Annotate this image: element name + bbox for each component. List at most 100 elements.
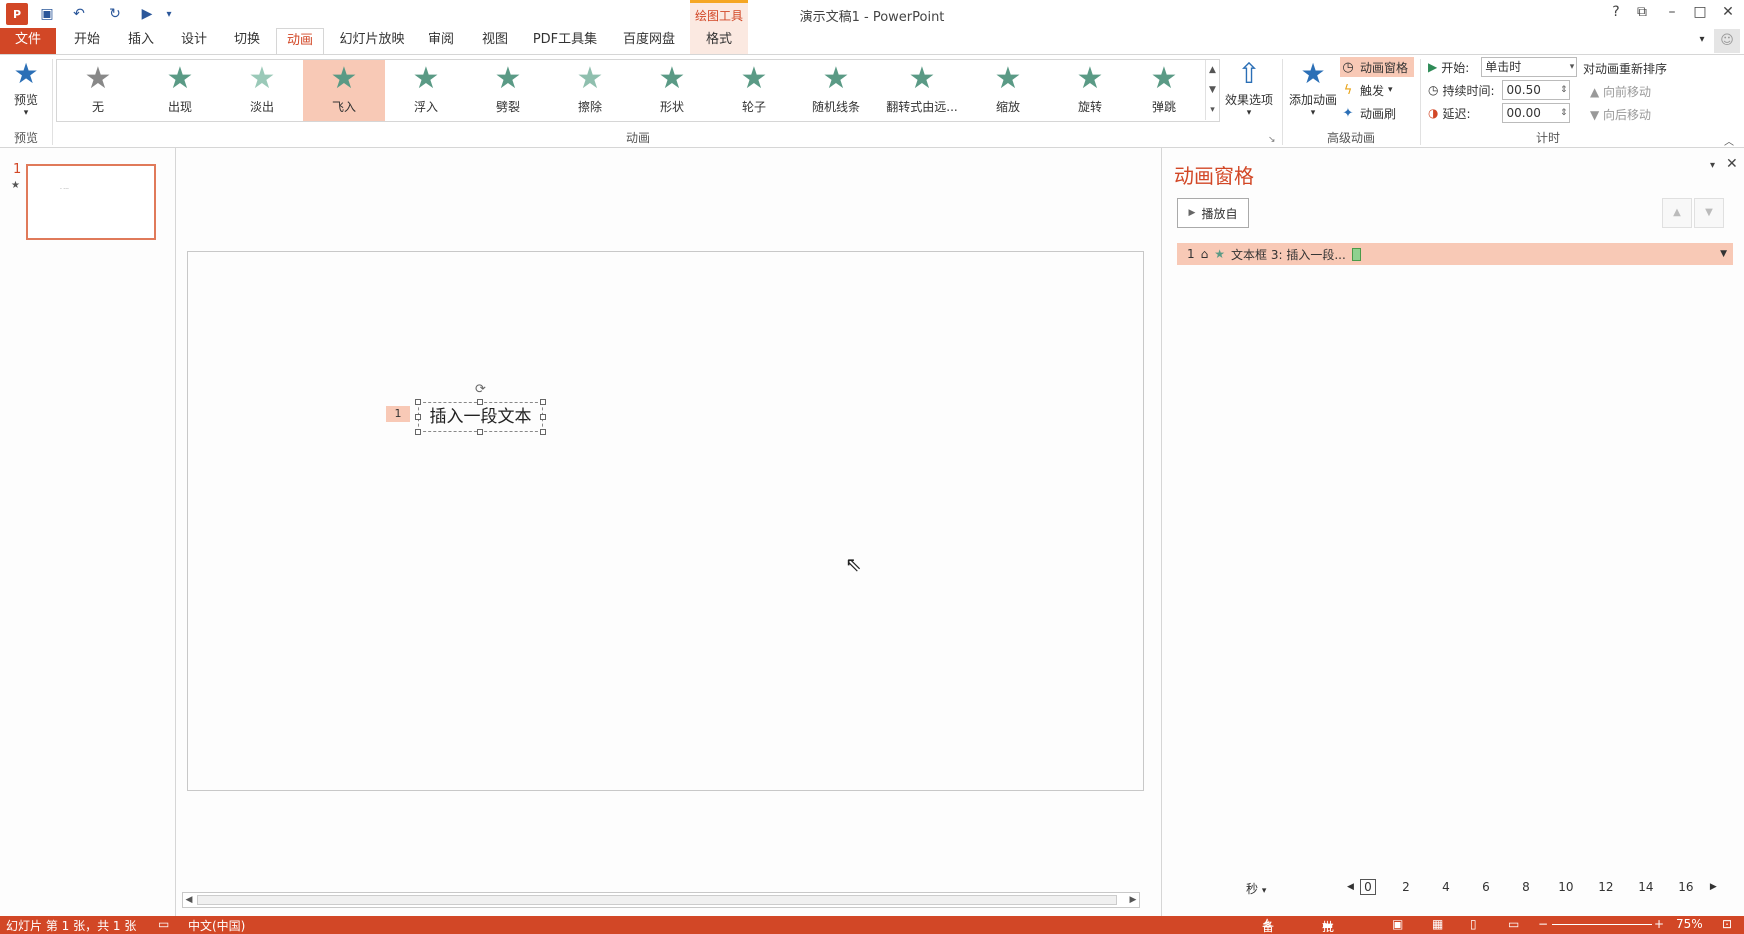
- rotate-handle-icon[interactable]: ⟳: [475, 382, 486, 397]
- zoom-in-icon[interactable]: +: [1654, 917, 1664, 931]
- anim-label: 翻转式由远...: [886, 100, 958, 114]
- pane-close-icon[interactable]: ✕: [1726, 156, 1738, 172]
- gallery-scroll-down-icon[interactable]: ▼: [1205, 80, 1219, 100]
- tab-file[interactable]: 文件: [0, 28, 56, 54]
- thumbnail-animation-star-icon: ★: [11, 180, 20, 191]
- pane-options-icon[interactable]: ▾: [1710, 160, 1715, 171]
- slide-thumbnail[interactable]: - ---: [26, 164, 156, 240]
- animation-painter-label: 动画刷: [1360, 106, 1397, 121]
- add-animation-button[interactable]: ★ 添加动画 ▾: [1286, 57, 1340, 118]
- language[interactable]: 中文(中国): [188, 917, 245, 934]
- preview-group-label: 预览: [13, 131, 38, 145]
- animation-dialog-launcher-icon[interactable]: ↘: [1268, 135, 1276, 145]
- resize-handle[interactable]: [477, 399, 483, 405]
- animation-painter-button[interactable]: ✦ 动画刷: [1340, 103, 1396, 123]
- tab-review[interactable]: 审阅: [420, 28, 462, 54]
- animation-order-tag[interactable]: 1: [386, 406, 410, 422]
- chevron-down-icon[interactable]: ▼: [1720, 249, 1727, 259]
- preview-button[interactable]: ★ 预览 ▾: [4, 57, 48, 118]
- scroll-right-icon[interactable]: ▶: [1127, 893, 1139, 907]
- anim-random-bars[interactable]: ★ 随机线条: [795, 60, 877, 121]
- move-down-button[interactable]: ▼: [1694, 198, 1724, 228]
- normal-view-icon[interactable]: ▣: [1392, 917, 1403, 931]
- resize-handle[interactable]: [415, 414, 421, 420]
- anim-swivel[interactable]: ★ 旋转: [1049, 60, 1131, 121]
- star-icon: ★: [822, 61, 850, 96]
- resize-handle[interactable]: [415, 429, 421, 435]
- animation-list-item[interactable]: 1 ⌂ ★ 文本框 3: 插入一段... ▼: [1177, 243, 1733, 265]
- anim-zoom[interactable]: ★ 缩放: [967, 60, 1049, 121]
- anim-bounce[interactable]: ★ 弹跳: [1123, 60, 1205, 121]
- anim-grow-turn[interactable]: ★ 翻转式由远...: [877, 60, 967, 121]
- scrollbar-thumb[interactable]: [197, 895, 1117, 905]
- timeline-tick: 12: [1598, 880, 1614, 894]
- zoom-out-icon[interactable]: −: [1538, 917, 1548, 931]
- user-avatar-icon[interactable]: ☺: [1714, 29, 1740, 53]
- anim-wheel[interactable]: ★ 轮子: [713, 60, 795, 121]
- move-up-button[interactable]: ▲: [1662, 198, 1692, 228]
- timeline-tick: 4: [1442, 880, 1450, 894]
- tab-insert[interactable]: 插入: [120, 28, 162, 54]
- move-earlier-button[interactable]: ▲ 向前移动: [1590, 83, 1651, 100]
- account-dropdown-icon[interactable]: ▾: [1692, 28, 1712, 54]
- start-select[interactable]: 单击时 ▾: [1481, 57, 1578, 77]
- animation-pane-button[interactable]: ◷ 动画窗格: [1340, 57, 1415, 77]
- anim-split[interactable]: ★ 劈裂: [467, 60, 549, 121]
- effect-options-button[interactable]: ⇧ 效果选项 ▾: [1222, 57, 1276, 118]
- anim-wipe[interactable]: ★ 擦除: [549, 60, 631, 121]
- reading-view-icon[interactable]: ▯: [1470, 917, 1477, 931]
- tab-animations[interactable]: 动画: [276, 28, 324, 55]
- anim-fly-in[interactable]: ★ 飞入: [303, 60, 385, 121]
- horizontal-scrollbar[interactable]: ◀ ▶: [182, 892, 1140, 908]
- spell-check-icon[interactable]: ▭: [158, 917, 169, 931]
- preview-label: 预览: [13, 93, 38, 107]
- timeline-right-icon[interactable]: ▶: [1710, 882, 1717, 892]
- help-button[interactable]: ?: [1604, 4, 1628, 24]
- close-button[interactable]: ✕: [1716, 4, 1740, 24]
- slide-sorter-icon[interactable]: ▦: [1432, 917, 1443, 931]
- anim-label: 无: [91, 100, 104, 114]
- zoom-level[interactable]: 75%: [1676, 917, 1703, 931]
- ribbon-display-options-button[interactable]: ⧉: [1630, 4, 1654, 24]
- resize-handle[interactable]: [415, 399, 421, 405]
- slideshow-view-icon[interactable]: ▭: [1508, 917, 1519, 931]
- play-from-button[interactable]: ▶ 播放自: [1177, 198, 1249, 228]
- anim-fade[interactable]: ★ 淡出: [221, 60, 303, 121]
- timeline-tick: 14: [1638, 880, 1654, 894]
- minimize-button[interactable]: –: [1660, 4, 1684, 24]
- gallery-more-icon[interactable]: ▾: [1205, 100, 1219, 120]
- move-later-button[interactable]: ▼ 向后移动: [1590, 106, 1651, 123]
- timeline-left-icon[interactable]: ◀: [1347, 882, 1354, 892]
- resize-handle[interactable]: [540, 399, 546, 405]
- anim-float-in[interactable]: ★ 浮入: [385, 60, 467, 121]
- tab-slideshow[interactable]: 幻灯片放映: [334, 28, 410, 54]
- timeline-tick: 2: [1402, 880, 1410, 894]
- tab-baidu-netdisk[interactable]: 百度网盘: [614, 28, 684, 54]
- zoom-slider[interactable]: [1552, 924, 1652, 925]
- resize-handle[interactable]: [540, 429, 546, 435]
- arrow-up-icon: ▲: [1590, 85, 1604, 99]
- tab-design[interactable]: 设计: [173, 28, 215, 54]
- tab-transitions[interactable]: 切换: [226, 28, 268, 54]
- anim-appear[interactable]: ★ 出现: [139, 60, 221, 121]
- text-box[interactable]: 插入一段文本: [418, 402, 543, 432]
- tab-format[interactable]: 格式: [690, 28, 748, 54]
- tab-pdf-tools[interactable]: PDF工具集: [528, 28, 602, 54]
- duration-spinner[interactable]: 00.50 ⇕: [1502, 80, 1571, 100]
- resize-handle[interactable]: [477, 429, 483, 435]
- seconds-dropdown[interactable]: 秒 ▾: [1246, 880, 1266, 897]
- resize-handle[interactable]: [540, 414, 546, 420]
- trigger-button[interactable]: ϟ 触发 ▾: [1340, 80, 1393, 100]
- collapse-ribbon-icon[interactable]: ︿: [1724, 133, 1734, 148]
- slide-canvas[interactable]: 1 ⟳ 插入一段文本 ⇖: [187, 251, 1144, 791]
- gallery-scroll-up-icon[interactable]: ▲: [1205, 60, 1219, 80]
- maximize-button[interactable]: □: [1688, 4, 1712, 24]
- tab-home[interactable]: 开始: [66, 28, 108, 54]
- anim-none[interactable]: ★ 无: [57, 60, 139, 121]
- scroll-left-icon[interactable]: ◀: [183, 893, 195, 907]
- delay-spinner[interactable]: 00.00 ⇕: [1502, 103, 1571, 123]
- anim-shape[interactable]: ★ 形状: [631, 60, 713, 121]
- tab-view[interactable]: 视图: [474, 28, 516, 54]
- star-icon: ★: [248, 61, 276, 96]
- fit-to-window-icon[interactable]: ⊡: [1722, 917, 1732, 931]
